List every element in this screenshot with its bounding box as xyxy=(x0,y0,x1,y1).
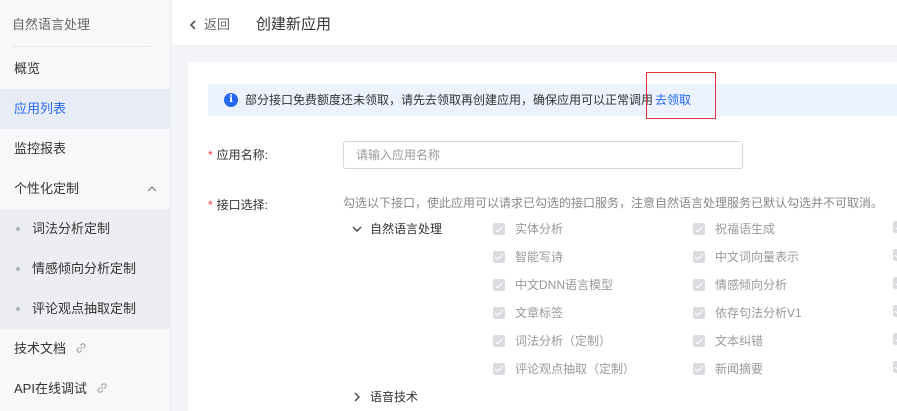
chevron-left-icon xyxy=(189,20,196,30)
api-checkbox: 中文词向量表示 xyxy=(693,248,799,265)
checkbox-icon xyxy=(893,305,897,317)
sidebar-title: 自然语言处理 xyxy=(12,17,91,32)
checkbox-icon xyxy=(893,277,897,289)
sidebar-item-label: 技术文档 xyxy=(14,341,67,356)
checkbox-icon xyxy=(893,249,897,261)
sidebar-divider xyxy=(12,46,150,47)
api-option-label: 中文词向量表示 xyxy=(715,250,800,264)
notice-text: 部分接口免费额度还未领取，请先去领取再创建应用，确保应用可以正常调用 xyxy=(245,93,654,107)
required-mark: * xyxy=(208,198,213,212)
sidebar-item-app-list[interactable]: 应用列表 xyxy=(0,89,170,129)
sidebar-item-label: 评论观点抽取定制 xyxy=(32,301,137,316)
info-icon: i xyxy=(224,93,238,107)
api-checkbox: 依存句法分析V1 xyxy=(693,304,802,321)
api-checkbox: 实体分析 xyxy=(493,220,563,237)
api-checkbox: 文本纠错 xyxy=(693,332,763,349)
app-name-label-text: 应用名称: xyxy=(216,148,269,162)
api-option-label: 中文DNN语言模型 xyxy=(515,278,613,292)
api-option-label: 祝福语生成 xyxy=(715,222,776,236)
api-option-label: 智能写诗 xyxy=(515,250,564,264)
chevron-right-icon xyxy=(354,392,360,402)
checkbox-icon xyxy=(493,307,505,319)
sidebar-submenu: 词法分析定制 情感倾向分析定制 评论观点抽取定制 xyxy=(0,209,170,329)
sidebar: 自然语言处理 概览 应用列表 监控报表 个性化定制 词法分析定制 情感倾向分析定… xyxy=(0,0,171,411)
api-checkbox: 词法分析（定制） xyxy=(493,332,611,349)
api-option-label: 新闻摘要 xyxy=(715,362,764,376)
sidebar-item-label: 情感倾向分析定制 xyxy=(32,261,137,276)
sidebar-item-lexical-custom[interactable]: 词法分析定制 xyxy=(0,209,170,249)
link-icon xyxy=(76,343,86,353)
checkbox-icon xyxy=(693,335,705,347)
checkbox-icon xyxy=(893,333,897,345)
highlight-box xyxy=(646,72,716,119)
api-checkbox: 新闻摘要 xyxy=(693,360,763,377)
checkbox-icon xyxy=(493,363,505,375)
page-title: 创建新应用 xyxy=(256,16,332,33)
create-app-card: i 部分接口免费额度还未领取，请先去领取再创建应用，确保应用可以正常调用 去领取 … xyxy=(188,62,897,411)
bullet-dot xyxy=(16,227,20,231)
tree-node-speech[interactable]: 语音技术 xyxy=(352,388,418,405)
api-option-label: 评论观点抽取（定制） xyxy=(515,362,636,376)
tree-node-nlp[interactable]: 自然语言处理 xyxy=(352,220,442,237)
chevron-down-icon xyxy=(352,226,362,232)
link-icon xyxy=(97,383,107,393)
chevron-up-icon xyxy=(147,186,157,192)
tree-node-label: 自然语言处理 xyxy=(370,222,443,236)
back-label: 返回 xyxy=(204,17,231,32)
sidebar-item-monitor[interactable]: 监控报表 xyxy=(0,129,170,169)
checkbox-icon xyxy=(493,251,505,263)
api-checkbox-clipped xyxy=(893,360,897,374)
checkbox-icon xyxy=(693,251,705,263)
api-select-label: * 接口选择: xyxy=(208,196,268,213)
api-checkbox: 情感倾向分析 xyxy=(693,276,787,293)
api-checkbox-clipped xyxy=(893,304,897,318)
checkbox-icon xyxy=(693,307,705,319)
sidebar-item-label: 词法分析定制 xyxy=(32,221,111,236)
notice-banner: i 部分接口免费额度还未领取，请先去领取再创建应用，确保应用可以正常调用 去领取 xyxy=(208,84,897,116)
back-button[interactable]: 返回 xyxy=(188,14,230,33)
sidebar-group-custom[interactable]: 个性化定制 xyxy=(0,169,170,209)
api-checkbox-clipped xyxy=(893,332,897,346)
checkbox-icon xyxy=(893,221,897,233)
sidebar-item-overview[interactable]: 概览 xyxy=(0,49,170,89)
api-checkbox: 中文DNN语言模型 xyxy=(493,276,613,293)
api-option-label: 实体分析 xyxy=(515,222,564,236)
api-checkbox: 评论观点抽取（定制） xyxy=(493,360,635,377)
checkbox-icon xyxy=(493,279,505,291)
sidebar-item-api-debug[interactable]: API在线调试 xyxy=(0,369,170,409)
api-checkbox: 祝福语生成 xyxy=(693,220,775,237)
checkbox-icon xyxy=(493,335,505,347)
checkbox-icon xyxy=(693,223,705,235)
app-name-field[interactable] xyxy=(343,141,743,169)
api-checkbox-clipped xyxy=(893,248,897,262)
api-checkbox-clipped xyxy=(893,276,897,290)
checkbox-icon xyxy=(693,363,705,375)
bullet-dot xyxy=(16,267,20,271)
checkbox-icon xyxy=(493,223,505,235)
required-mark: * xyxy=(208,148,213,162)
sidebar-item-comment-custom[interactable]: 评论观点抽取定制 xyxy=(0,289,170,329)
checkbox-icon xyxy=(693,279,705,291)
checkbox-icon xyxy=(893,361,897,373)
page-header: 返回 创建新应用 xyxy=(172,0,897,46)
sidebar-group-label: 个性化定制 xyxy=(14,181,80,196)
api-select-label-text: 接口选择: xyxy=(216,198,269,212)
api-option-label: 情感倾向分析 xyxy=(715,278,788,292)
api-option-label: 文章标签 xyxy=(515,306,564,320)
api-checkbox: 文章标签 xyxy=(493,304,563,321)
api-checkbox-clipped xyxy=(893,220,897,234)
bullet-dot xyxy=(16,307,20,311)
tree-node-label: 语音技术 xyxy=(370,390,419,404)
sidebar-item-sentiment-custom[interactable]: 情感倾向分析定制 xyxy=(0,249,170,289)
api-option-label: 文本纠错 xyxy=(715,334,764,348)
api-option-label: 依存句法分析V1 xyxy=(715,306,802,320)
sidebar-item-docs[interactable]: 技术文档 xyxy=(0,329,170,369)
sidebar-item-label: API在线调试 xyxy=(14,381,87,396)
api-select-hint: 勾选以下接口，使此应用可以请求已勾选的接口服务，注意自然语言处理服务已默认勾选并… xyxy=(343,196,884,210)
app-name-input[interactable] xyxy=(344,142,742,168)
api-checkbox: 智能写诗 xyxy=(493,248,563,265)
app-name-label: * 应用名称: xyxy=(208,146,268,163)
api-option-label: 词法分析（定制） xyxy=(515,334,612,348)
